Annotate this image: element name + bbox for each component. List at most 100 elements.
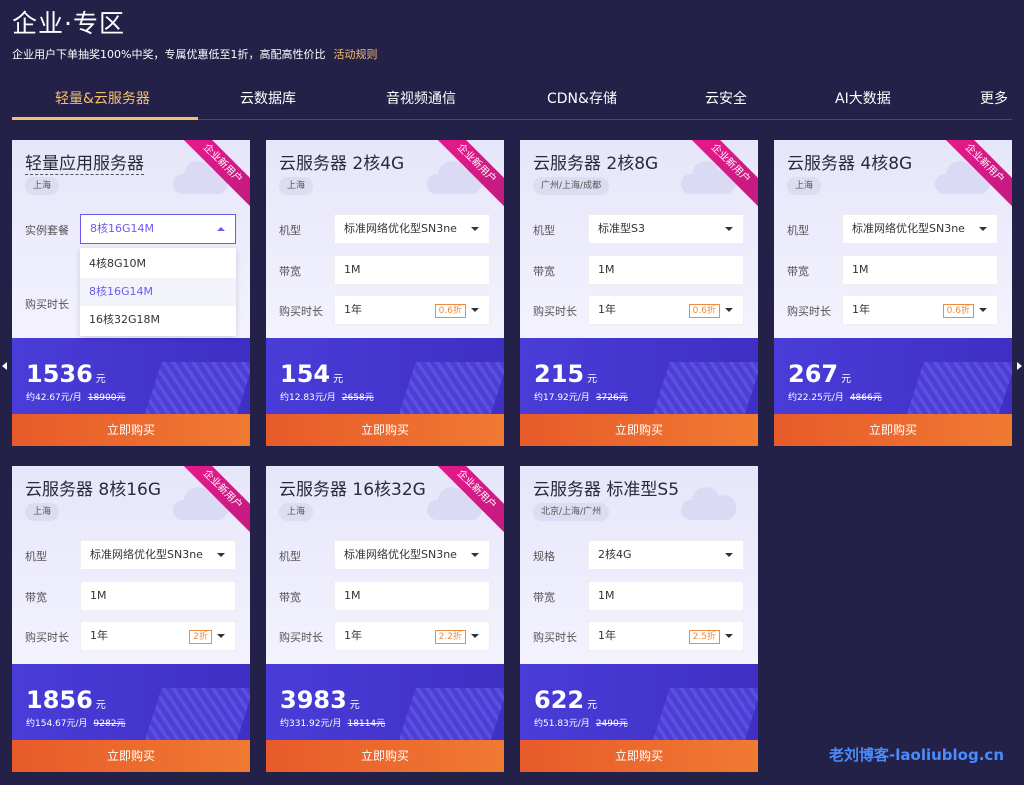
- price-detail: 约17.92元/月 3726元: [534, 390, 628, 403]
- price-unit: 元: [841, 374, 852, 385]
- region-badge: 上海: [787, 177, 822, 195]
- price-value: 1536: [26, 360, 93, 388]
- region-badge: 上海: [279, 503, 314, 521]
- tab-ai-bigdata[interactable]: AI大数据: [835, 88, 891, 108]
- buy-button[interactable]: 立即购买: [520, 740, 758, 772]
- server-illustration: [650, 362, 758, 414]
- spec-select[interactable]: 2核4G: [588, 540, 744, 570]
- card-title: 云服务器 4核8G: [787, 154, 913, 174]
- product-card: 企业新用户 云服务器 16核32G 上海 机型 标准网络优化型SN3ne 带宽 …: [266, 466, 504, 772]
- product-card: 企业新用户 云服务器 2核4G 上海 机型 标准网络优化型SN3ne 带宽 1M…: [266, 140, 504, 446]
- carousel-next-icon[interactable]: [1017, 362, 1022, 370]
- price: 1536 元: [26, 360, 106, 388]
- package-select[interactable]: 8核16G14M: [80, 214, 236, 244]
- duration-select[interactable]: 1年 2.2折: [334, 621, 490, 651]
- model-label: 机型: [25, 550, 47, 563]
- tab-more[interactable]: 更多: [980, 88, 1008, 108]
- card-title: 云服务器 2核4G: [279, 154, 405, 174]
- discount-badge: 2.5折: [688, 630, 720, 644]
- server-illustration: [650, 688, 758, 740]
- chevron-down-icon: [471, 553, 479, 557]
- bandwidth-select[interactable]: 1M: [588, 255, 744, 285]
- bandwidth-select[interactable]: 1M: [588, 581, 744, 611]
- buy-button[interactable]: 立即购买: [12, 414, 250, 446]
- buy-button[interactable]: 立即购买: [520, 414, 758, 446]
- price-unit: 元: [95, 374, 106, 385]
- model-select[interactable]: 标准网络优化型SN3ne: [334, 540, 490, 570]
- duration-select-value: 1年: [344, 629, 362, 642]
- price-unit: 元: [349, 700, 360, 711]
- buy-button[interactable]: 立即购买: [266, 740, 504, 772]
- monthly-price: 约331.92元/月: [280, 719, 342, 729]
- duration-select[interactable]: 1年 2折: [80, 621, 236, 651]
- chevron-down-icon: [979, 227, 987, 231]
- price-area: 267 元 约22.25元/月 4866元: [774, 338, 1012, 414]
- model-select[interactable]: 标准型S3: [588, 214, 744, 244]
- monthly-price: 约51.83元/月: [534, 719, 590, 729]
- price: 215 元: [534, 360, 597, 388]
- model-select[interactable]: 标准网络优化型SN3ne: [80, 540, 236, 570]
- buy-button[interactable]: 立即购买: [774, 414, 1012, 446]
- duration-select[interactable]: 1年 2.5折: [588, 621, 744, 651]
- duration-select[interactable]: 1年 0.6折: [588, 295, 744, 325]
- card-config-area: 企业新用户 云服务器 2核4G 上海 机型 标准网络优化型SN3ne 带宽 1M…: [266, 140, 504, 338]
- price-detail: 约42.67元/月 18900元: [26, 390, 125, 403]
- buy-button[interactable]: 立即购买: [12, 740, 250, 772]
- card-config-area: 企业新用户 轻量应用服务器 上海 实例套餐 8核16G14M 购买时长 4核8G…: [12, 140, 250, 338]
- tab-audio-video[interactable]: 音视频通信: [386, 88, 456, 108]
- chevron-down-icon: [725, 634, 733, 638]
- price-value: 154: [280, 360, 331, 388]
- monthly-price: 约17.92元/月: [534, 393, 590, 403]
- chevron-down-icon: [217, 634, 225, 638]
- price-area: 1856 元 约154.67元/月 9282元: [12, 664, 250, 740]
- discount-badge: 2折: [189, 630, 212, 644]
- dropdown-option[interactable]: 16核32G18M: [80, 306, 236, 334]
- tab-cdn-storage[interactable]: CDN&存储: [547, 88, 617, 108]
- bandwidth-select[interactable]: 1M: [80, 581, 236, 611]
- bandwidth-select[interactable]: 1M: [334, 255, 490, 285]
- price-unit: 元: [95, 700, 106, 711]
- model-select[interactable]: 标准网络优化型SN3ne: [842, 214, 998, 244]
- region-badge: 上海: [25, 177, 60, 195]
- region-badge: 上海: [279, 177, 314, 195]
- card-config-area: 云服务器 标准型S5 北京/上海/广州 规格 2核4G 带宽 1M 购买时长 1…: [520, 466, 758, 664]
- product-card: 企业新用户 云服务器 4核8G 上海 机型 标准网络优化型SN3ne 带宽 1M…: [774, 140, 1012, 446]
- dropdown-option-selected[interactable]: 8核16G14M: [80, 278, 236, 306]
- price-area: 3983 元 约331.92元/月 18114元: [266, 664, 504, 740]
- tab-lighthouse-cvm[interactable]: 轻量&云服务器: [55, 88, 150, 108]
- bandwidth-select-value: 1M: [598, 263, 615, 276]
- model-label: 机型: [279, 224, 301, 237]
- price-unit: 元: [587, 374, 598, 385]
- chevron-down-icon: [471, 634, 479, 638]
- product-card: 云服务器 标准型S5 北京/上海/广州 规格 2核4G 带宽 1M 购买时长 1…: [520, 466, 758, 772]
- dropdown-option[interactable]: 4核8G10M: [80, 250, 236, 278]
- price-detail: 约22.25元/月 4866元: [788, 390, 882, 403]
- cloud-icon: [680, 487, 737, 520]
- duration-label: 购买时长: [279, 631, 323, 644]
- price-value: 215: [534, 360, 585, 388]
- server-illustration: [396, 688, 504, 740]
- server-illustration: [142, 362, 250, 414]
- buy-button[interactable]: 立即购买: [266, 414, 504, 446]
- activity-rules-link[interactable]: 活动规则: [333, 48, 377, 61]
- carousel-prev-icon[interactable]: [2, 362, 7, 370]
- duration-label: 购买时长: [279, 305, 323, 318]
- price: 267 元: [788, 360, 851, 388]
- bandwidth-select-value: 1M: [90, 589, 107, 602]
- card-config-area: 企业新用户 云服务器 16核32G 上海 机型 标准网络优化型SN3ne 带宽 …: [266, 466, 504, 664]
- spec-select-value: 2核4G: [598, 548, 632, 561]
- price-detail: 约12.83元/月 2658元: [280, 390, 374, 403]
- original-price: 2490元: [595, 719, 628, 729]
- server-illustration: [904, 362, 1012, 414]
- bandwidth-select[interactable]: 1M: [842, 255, 998, 285]
- duration-select[interactable]: 1年 0.6折: [842, 295, 998, 325]
- duration-label: 购买时长: [533, 305, 577, 318]
- chevron-down-icon: [725, 308, 733, 312]
- model-select[interactable]: 标准网络优化型SN3ne: [334, 214, 490, 244]
- bandwidth-select[interactable]: 1M: [334, 581, 490, 611]
- tab-security[interactable]: 云安全: [705, 88, 747, 108]
- bandwidth-label: 带宽: [25, 591, 47, 604]
- chevron-down-icon: [217, 553, 225, 557]
- tab-database[interactable]: 云数据库: [240, 88, 296, 108]
- duration-select[interactable]: 1年 0.6折: [334, 295, 490, 325]
